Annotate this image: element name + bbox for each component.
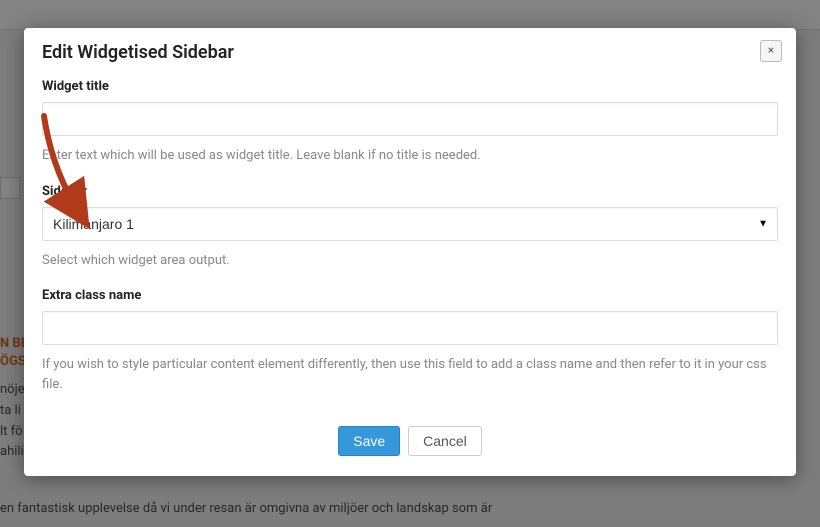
modal-footer: Save Cancel xyxy=(24,420,796,476)
sidebar-desc: Select which widget area output. xyxy=(42,251,778,271)
extra-class-input[interactable] xyxy=(42,311,778,345)
close-icon: × xyxy=(768,43,774,57)
extra-class-desc: If you wish to style particular content … xyxy=(42,355,778,394)
sidebar-select[interactable]: Kilimanjaro 1 xyxy=(42,207,778,241)
cancel-button[interactable]: Cancel xyxy=(408,426,482,456)
widget-title-label: Widget title xyxy=(42,79,778,94)
extra-class-group: Extra class name If you wish to style pa… xyxy=(42,288,778,394)
sidebar-selected-value: Kilimanjaro 1 xyxy=(53,216,134,232)
close-button[interactable]: × xyxy=(760,40,782,62)
modal-header: Edit Widgetised Sidebar × xyxy=(24,28,796,75)
edit-sidebar-modal: Edit Widgetised Sidebar × Widget title E… xyxy=(24,28,796,476)
sidebar-group: Sidebar Kilimanjaro 1 ▼ Select which wid… xyxy=(42,184,778,271)
modal-title: Edit Widgetised Sidebar xyxy=(42,42,234,63)
extra-class-label: Extra class name xyxy=(42,288,778,303)
sidebar-select-wrap: Kilimanjaro 1 ▼ xyxy=(42,207,778,241)
widget-title-group: Widget title Enter text which will be us… xyxy=(42,79,778,166)
sidebar-label: Sidebar xyxy=(42,184,778,199)
widget-title-desc: Enter text which will be used as widget … xyxy=(42,146,778,166)
modal-body: Widget title Enter text which will be us… xyxy=(24,75,796,420)
widget-title-input[interactable] xyxy=(42,102,778,136)
save-button[interactable]: Save xyxy=(338,426,400,456)
